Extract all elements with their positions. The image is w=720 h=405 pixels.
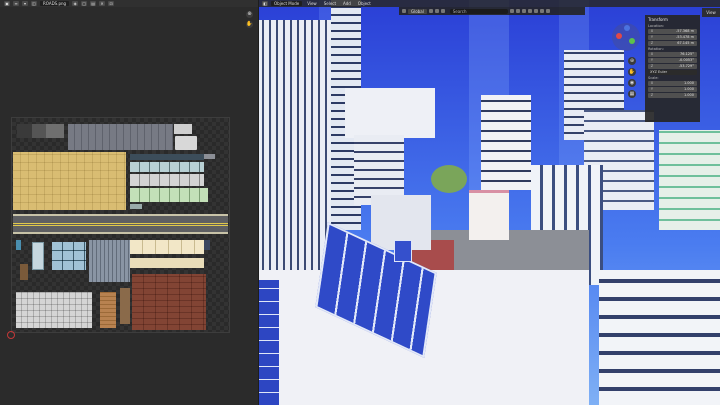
pin-icon[interactable]: ⊡ [108, 1, 115, 6]
overlay-icon[interactable] [521, 9, 526, 13]
transform-orientation-icon[interactable] [402, 9, 406, 13]
road-texture [13, 214, 228, 234]
visibility-icon[interactable] [509, 9, 514, 13]
location-y-field[interactable]: Y -53.478 m [648, 35, 697, 40]
open-image-icon[interactable]: ▤ [90, 1, 97, 6]
building-left-tower [259, 20, 332, 300]
rotation-mode-dropdown[interactable]: XYZ Euler [648, 70, 697, 75]
glass-door-texture [32, 242, 44, 270]
tab-view[interactable]: View [702, 8, 720, 17]
fan-unit-texture [175, 136, 197, 150]
orientation-dropdown[interactable]: Global [408, 8, 427, 14]
building-mid-block [345, 88, 435, 138]
shading-material-icon[interactable] [539, 9, 544, 13]
zoom-icon[interactable]: ⊕ [628, 57, 636, 65]
shutter-texture [89, 240, 130, 282]
wood-plank-texture [100, 292, 116, 328]
pan-hand-icon[interactable]: ✋ [628, 68, 636, 76]
image-editor-area[interactable]: ▣ ≡ ▾ ◫ ROADS.png ◈ □ ▤ ✕ ⊡ ⊕ ✋ [0, 0, 258, 405]
metal-panel-texture [68, 124, 173, 150]
swatch-dark [17, 124, 32, 138]
editor-type-icon[interactable]: ▣ [4, 1, 10, 6]
window-panes-texture [52, 242, 86, 270]
pan-hand-icon[interactable]: ✋ [246, 21, 253, 28]
solar-panel-left [259, 280, 279, 405]
browse-image-icon[interactable]: ◫ [31, 1, 37, 6]
white-tile-texture [16, 292, 92, 328]
beige-siding-texture [130, 240, 204, 254]
image-name-field[interactable]: ROADS.png [40, 1, 70, 6]
location-x-field[interactable]: X -57.368 m [648, 29, 697, 34]
xray-icon[interactable] [527, 9, 532, 13]
shading-solid-icon[interactable] [533, 9, 538, 13]
wood-door-texture [20, 264, 28, 280]
menu-object[interactable]: Object [356, 1, 373, 6]
zoom-icon[interactable]: ⊕ [246, 11, 253, 18]
menu-view[interactable]: View [305, 1, 319, 6]
brick-wall-texture [132, 274, 206, 330]
new-image-icon[interactable]: □ [81, 1, 88, 6]
editor-type-icon[interactable]: ◧ [262, 1, 268, 6]
window-strip-grey [130, 174, 204, 186]
small-pink-building [469, 190, 509, 240]
viewport-header: ◧ Object Mode View Select Add Object [259, 0, 720, 7]
brown-panel-texture [120, 288, 130, 324]
x-axis-icon[interactable] [616, 33, 622, 39]
solar-panel-small [394, 240, 412, 262]
viewport-toolbar: Global Search [399, 7, 585, 15]
snap-icon[interactable] [434, 9, 439, 13]
swatch-grey [32, 124, 46, 138]
view-menu-button[interactable]: ≡ [13, 1, 19, 6]
small-sign-texture [130, 204, 142, 209]
location-z-field[interactable]: Z 67.145 m [648, 41, 697, 46]
panel-title[interactable]: Transform [648, 17, 697, 23]
fake-user-icon[interactable]: ◈ [72, 1, 79, 6]
y-axis-icon[interactable] [629, 38, 635, 44]
building-green-stripe [659, 130, 720, 230]
proportional-edit-icon[interactable] [440, 9, 445, 13]
ac-unit-texture [174, 124, 192, 134]
rotation-z-field[interactable]: Z -53.729° [648, 64, 697, 69]
scale-x-field[interactable]: X 1.000 [648, 81, 697, 86]
z-axis-icon[interactable] [624, 25, 630, 31]
menu-add[interactable]: Add [341, 1, 353, 6]
building-foreground-right [599, 270, 720, 405]
mode-selector[interactable]: Object Mode [271, 1, 303, 6]
camera-icon[interactable]: ◉ [628, 79, 636, 87]
texture-atlas-image [11, 117, 230, 333]
window-strip-green [130, 188, 208, 202]
image-menu-button[interactable]: ▾ [22, 1, 28, 6]
scale-y-field[interactable]: Y 1.000 [648, 87, 697, 92]
menu-select[interactable]: Select [322, 1, 338, 6]
window-strip-dark [130, 154, 204, 160]
rotation-y-field[interactable]: Y -0.0053° [648, 58, 697, 63]
blue-sign-texture [16, 240, 21, 250]
search-field[interactable]: Search [449, 8, 508, 14]
gizmo-icon[interactable] [515, 9, 520, 13]
unlink-image-icon[interactable]: ✕ [99, 1, 106, 6]
window-strip-teal [130, 162, 204, 172]
pivot-icon[interactable] [428, 9, 433, 13]
tree-foliage [431, 165, 467, 193]
uv-origin-marker [7, 331, 15, 339]
navigation-gizmo[interactable] [612, 23, 640, 51]
image-editor-header: ▣ ≡ ▾ ◫ ROADS.png ◈ □ ▤ ✕ ⊡ [0, 0, 258, 7]
scale-z-field[interactable]: Z 1.000 [648, 93, 697, 98]
perspective-grid-icon[interactable]: ▦ [628, 90, 636, 98]
shading-rendered-icon[interactable] [545, 9, 550, 13]
rotation-x-field[interactable]: X 76.125° [648, 52, 697, 57]
swatch-light [46, 124, 64, 138]
beige-panel-texture [130, 258, 204, 268]
building-center-tower [481, 95, 531, 190]
transform-panel: Transform Location: X -57.368 m Y -53.478 … [645, 15, 700, 122]
dark-window-texture [204, 240, 210, 250]
cream-tile-texture [13, 152, 126, 210]
